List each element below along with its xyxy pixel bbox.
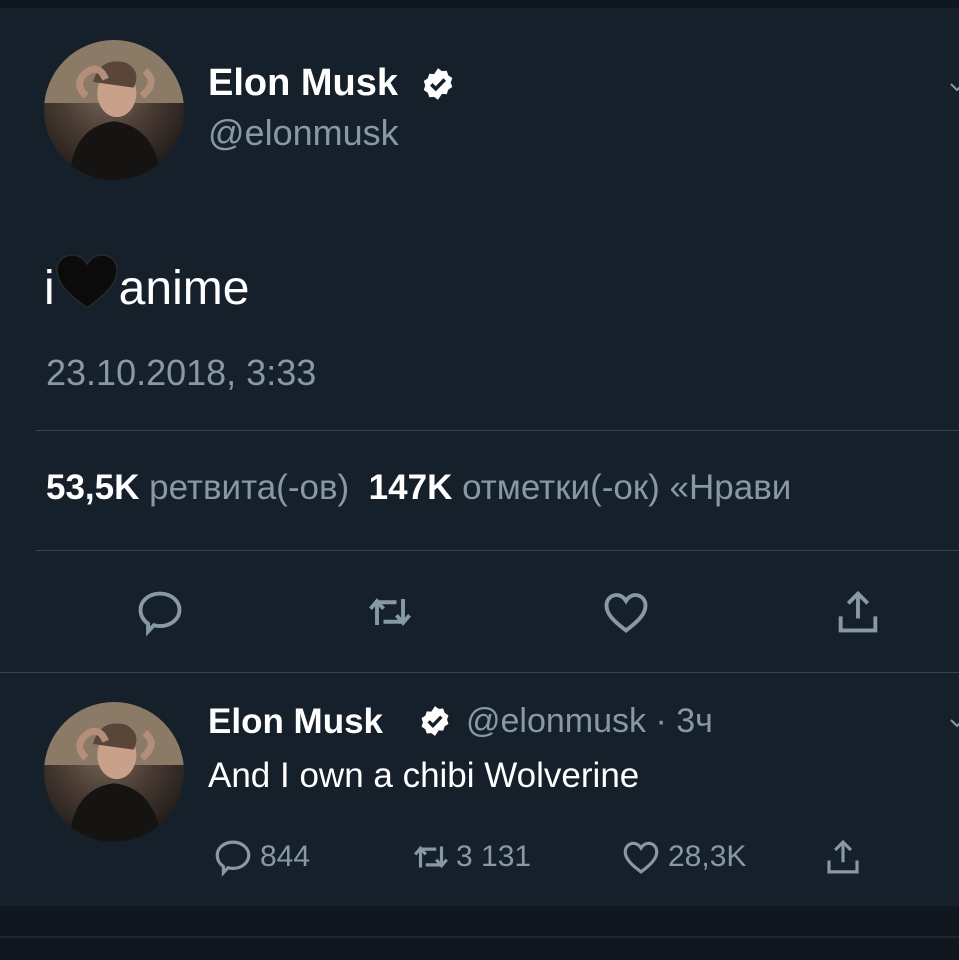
divider	[0, 936, 959, 938]
reply-share-button[interactable]	[822, 836, 864, 878]
likes-count[interactable]: 147K	[369, 468, 453, 507]
tweet-stats: 53,5K ретвита(-ов) 147K отметки(-ок) «Нр…	[46, 468, 791, 508]
like-button[interactable]	[600, 586, 652, 638]
retweet-icon	[369, 598, 411, 626]
reply-author-name[interactable]: Elon Musk	[208, 702, 383, 742]
divider	[36, 430, 959, 431]
reply-retweet-count: 3 131	[456, 840, 532, 873]
reply-meta: @elonmusk · 3ч	[466, 702, 713, 741]
tweet-text-start: i	[44, 262, 55, 315]
avatar-photo	[44, 702, 184, 842]
tweet-text-end: anime	[118, 262, 250, 315]
chevron-down-icon[interactable]	[950, 716, 959, 730]
reply-like-count: 28,3K	[668, 840, 747, 873]
retweet-icon	[414, 845, 448, 869]
top-edge	[0, 0, 959, 8]
like-icon	[623, 841, 659, 874]
tweet-text: i anime	[44, 254, 249, 316]
divider	[36, 550, 959, 551]
avatar[interactable]	[44, 40, 184, 180]
bottom-separator	[0, 906, 959, 960]
reply-button[interactable]	[134, 586, 186, 638]
tweet-timestamp[interactable]: 23.10.2018, 3:33	[46, 352, 316, 394]
divider	[0, 672, 959, 673]
chevron-down-icon[interactable]	[950, 80, 959, 94]
share-icon	[827, 839, 859, 874]
reply-reply-button[interactable]	[212, 836, 254, 878]
like-icon	[604, 593, 648, 633]
reply-icon	[138, 591, 182, 637]
reply-like-button[interactable]	[620, 836, 662, 878]
separator-dot: ·	[655, 702, 667, 740]
retweets-label[interactable]: ретвита(-ов)	[149, 468, 349, 507]
reply-reply-count: 844	[260, 840, 311, 873]
reply-avatar[interactable]	[44, 702, 184, 842]
reply-time[interactable]: 3ч	[676, 702, 713, 740]
retweet-button[interactable]	[364, 586, 416, 638]
author-name[interactable]: Elon Musk	[208, 62, 398, 105]
reply-text: And I own a chibi Wolverine	[208, 756, 640, 795]
share-icon	[838, 590, 878, 633]
share-button[interactable]	[832, 586, 884, 638]
author-handle[interactable]: @elonmusk	[208, 112, 399, 154]
reply-retweet-button[interactable]	[410, 836, 452, 878]
verified-badge-icon	[421, 706, 449, 736]
reply-author-handle[interactable]: @elonmusk	[466, 702, 646, 740]
avatar-photo	[44, 40, 184, 180]
black-heart-icon	[55, 254, 118, 309]
likes-label[interactable]: отметки(-ок) «Нрави	[462, 468, 791, 507]
verified-badge-icon	[423, 68, 453, 100]
reply-icon	[215, 840, 251, 877]
retweets-count[interactable]: 53,5K	[46, 468, 139, 507]
